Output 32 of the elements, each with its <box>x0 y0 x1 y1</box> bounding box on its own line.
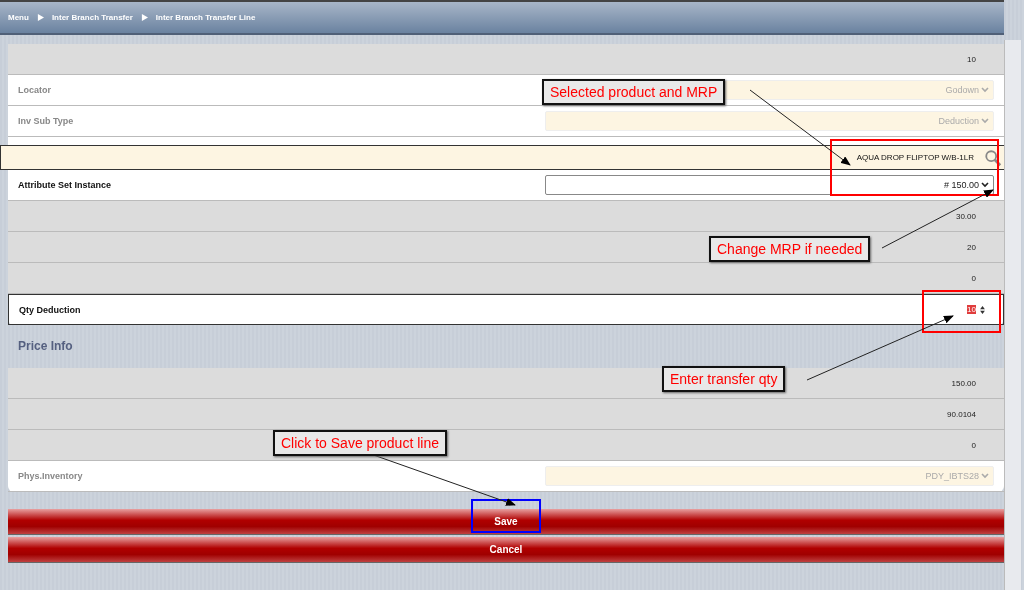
scrollbar[interactable] <box>1004 40 1021 590</box>
search-icon[interactable] <box>984 148 1002 167</box>
chevron-icon <box>981 118 989 124</box>
annotation-tooltip: Enter transfer qty <box>662 366 786 392</box>
field-value: 20 <box>967 242 976 252</box>
annotation-tooltip: Click to Save product line <box>273 430 447 456</box>
field-value: 10 <box>967 54 976 64</box>
annotation-tooltip: Selected product and MRP <box>542 79 726 105</box>
triangle-icon <box>140 14 148 21</box>
triangle-icon <box>36 14 44 21</box>
dropdown-field[interactable]: # 150.00 <box>545 175 994 195</box>
chevron-icon <box>981 182 989 188</box>
field-value: 150.00 <box>951 378 976 388</box>
field-label: Inv Sub Type <box>18 116 74 126</box>
chevron-icon <box>981 473 989 479</box>
spinner-icon <box>980 305 985 314</box>
field-label: Qty Deduction <box>19 304 81 315</box>
action-button[interactable]: Cancel <box>8 537 1004 563</box>
field-value: 0 <box>971 440 976 450</box>
breadcrumb-link[interactable]: Inter Branch Transfer Line <box>155 13 256 22</box>
annotation-tooltip: Change MRP if needed <box>709 236 871 262</box>
action-button[interactable]: Save <box>8 509 1004 535</box>
field-value: 90.0104 <box>947 409 976 419</box>
breadcrumb-link[interactable]: Inter Branch Transfer <box>51 13 133 22</box>
breadcrumb-link[interactable]: Menu <box>8 13 29 22</box>
field-label: Phys.Inventory <box>18 471 83 481</box>
chevron-icon <box>981 87 989 93</box>
field-label: Attribute Set Instance <box>18 180 111 190</box>
field-value: 30.00 <box>955 211 976 221</box>
field-value: 0 <box>971 273 976 283</box>
section-heading: Price Info <box>17 338 74 355</box>
field-label: Locator <box>18 85 51 95</box>
